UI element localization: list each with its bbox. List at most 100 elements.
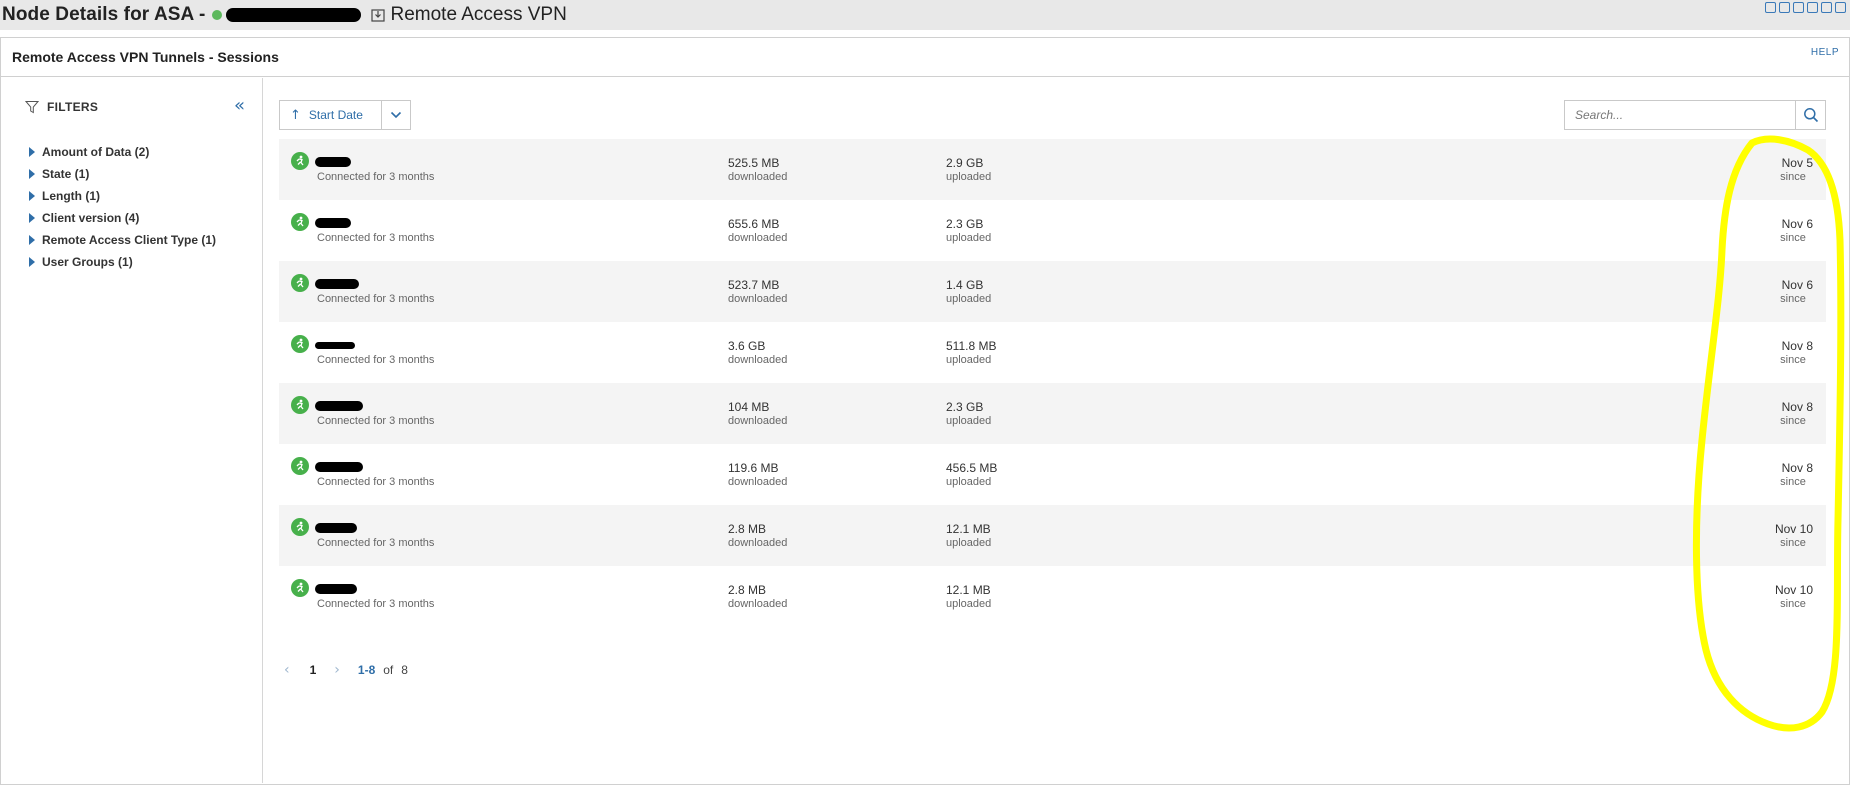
expand-triangle-icon [29, 235, 35, 245]
pagination: ‹ 1 › 1-8 of 8 [284, 662, 408, 678]
downloaded-label: downloaded [728, 354, 788, 366]
redacted-username [315, 401, 363, 411]
since-date: Nov 10 [1774, 522, 1813, 536]
redacted-username [315, 157, 351, 167]
filter-item-length[interactable]: Length (1) [29, 185, 216, 207]
downloaded-value: 104 MB [728, 400, 770, 414]
share-icon[interactable] [1835, 2, 1846, 13]
vpn-user-icon [291, 518, 309, 536]
uploaded-value: 456.5 MB [946, 461, 998, 475]
page-header: Node Details for ASA - Remote Access VPN [0, 0, 1850, 30]
since-date: Nov 8 [1781, 400, 1813, 414]
uploaded-value: 2.9 GB [946, 156, 984, 170]
uploaded-label: uploaded [946, 354, 992, 366]
since-label: since [1780, 293, 1806, 305]
since-label: since [1780, 232, 1806, 244]
export-icon[interactable] [1821, 2, 1832, 13]
connection-duration: Connected for 3 months [317, 171, 435, 183]
connection-duration: Connected for 3 months [317, 476, 435, 488]
help-link[interactable]: HELP [1811, 47, 1839, 58]
filters-header: FILTERS [25, 100, 98, 114]
funnel-icon [25, 101, 39, 114]
redacted-username [315, 523, 357, 533]
uploaded-label: uploaded [946, 232, 992, 244]
connection-duration: Connected for 3 months [317, 354, 435, 366]
session-row[interactable]: Connected for 3 months 2.8 MB downloaded… [279, 505, 1826, 566]
chevron-down-icon [390, 111, 402, 119]
downloaded-value: 2.8 MB [728, 583, 767, 597]
filter-item-client-version[interactable]: Client version (4) [29, 207, 216, 229]
since-label: since [1780, 476, 1806, 488]
uploaded-value: 2.3 GB [946, 217, 984, 231]
expand-triangle-icon [29, 213, 35, 223]
filters-label: FILTERS [47, 100, 99, 114]
since-label: since [1780, 598, 1806, 610]
search-box [1564, 100, 1826, 130]
uploaded-label: uploaded [946, 171, 992, 183]
settings-icon[interactable] [1779, 2, 1790, 13]
edit-icon[interactable] [1793, 2, 1804, 13]
vpn-user-icon [291, 152, 309, 170]
previous-page-icon[interactable]: ‹ [284, 662, 290, 678]
sort-field-dropdown[interactable] [382, 101, 410, 129]
filter-item-label: Amount of Data (2) [42, 145, 150, 159]
downloaded-value: 525.5 MB [728, 156, 780, 170]
search-input[interactable] [1565, 101, 1795, 129]
uploaded-value: 511.8 MB [946, 339, 997, 353]
downloaded-value: 2.8 MB [728, 522, 767, 536]
redacted-username [315, 342, 355, 349]
expand-triangle-icon [29, 147, 35, 157]
downloaded-label: downloaded [728, 476, 788, 488]
vpn-user-icon [291, 213, 309, 231]
uploaded-label: uploaded [946, 537, 992, 549]
filter-item-client-type[interactable]: Remote Access Client Type (1) [29, 229, 216, 251]
next-page-icon[interactable]: › [334, 662, 340, 678]
since-date: Nov 5 [1781, 156, 1813, 170]
connection-duration: Connected for 3 months [317, 293, 435, 305]
downloaded-label: downloaded [728, 537, 788, 549]
connection-duration: Connected for 3 months [317, 537, 435, 549]
uploaded-value: 1.4 GB [946, 278, 984, 292]
uploaded-label: uploaded [946, 598, 992, 610]
sort-direction-button[interactable]: ↑ Start Date [280, 101, 382, 129]
redacted-node-name [226, 8, 362, 22]
redacted-username [315, 584, 357, 594]
collapse-filters-icon[interactable]: « [234, 97, 245, 115]
since-date: Nov 8 [1781, 339, 1813, 353]
redacted-username [315, 462, 363, 472]
filter-item-amount-of-data[interactable]: Amount of Data (2) [29, 141, 216, 163]
session-row[interactable]: Connected for 3 months 2.8 MB downloaded… [279, 566, 1826, 627]
page-range-of: of [383, 663, 394, 677]
downloaded-value: 119.6 MB [728, 461, 779, 475]
redacted-username [315, 218, 351, 228]
uploaded-label: uploaded [946, 415, 992, 427]
page-toolbar [1765, 2, 1846, 13]
filters-sidebar: FILTERS « Amount of Data (2) State (1) L… [1, 78, 263, 783]
filter-item-user-groups[interactable]: User Groups (1) [29, 251, 216, 273]
current-page[interactable]: 1 [310, 663, 317, 677]
since-label: since [1780, 171, 1806, 183]
session-row[interactable]: Connected for 3 months 3.6 GB downloaded… [279, 322, 1826, 383]
downloaded-value: 523.7 MB [728, 278, 780, 292]
vpn-user-icon [291, 579, 309, 597]
connection-duration: Connected for 3 months [317, 415, 435, 427]
since-date: Nov 6 [1781, 278, 1813, 292]
copy-icon[interactable] [1807, 2, 1818, 13]
session-row[interactable]: Connected for 3 months 523.7 MB download… [279, 261, 1826, 322]
session-row[interactable]: Connected for 3 months 119.6 MB download… [279, 444, 1826, 505]
sessions-panel: Remote Access VPN Tunnels - Sessions HEL… [0, 37, 1850, 785]
downloaded-label: downloaded [728, 598, 788, 610]
session-row[interactable]: Connected for 3 months 104 MB downloaded… [279, 383, 1826, 444]
sort-field-label: Start Date [308, 108, 363, 122]
expand-triangle-icon [29, 257, 35, 267]
session-row[interactable]: Connected for 3 months 655.6 MB download… [279, 200, 1826, 261]
session-row[interactable]: Connected for 3 months 525.5 MB download… [279, 139, 1826, 200]
since-date: Nov 10 [1774, 583, 1813, 597]
filter-item-state[interactable]: State (1) [29, 163, 216, 185]
filter-item-label: User Groups (1) [42, 255, 133, 269]
downloaded-label: downloaded [728, 415, 788, 427]
connection-duration: Connected for 3 months [317, 598, 435, 610]
search-button[interactable] [1795, 101, 1825, 129]
pin-icon[interactable] [1765, 2, 1776, 13]
panel-header: Remote Access VPN Tunnels - Sessions HEL… [1, 38, 1849, 77]
